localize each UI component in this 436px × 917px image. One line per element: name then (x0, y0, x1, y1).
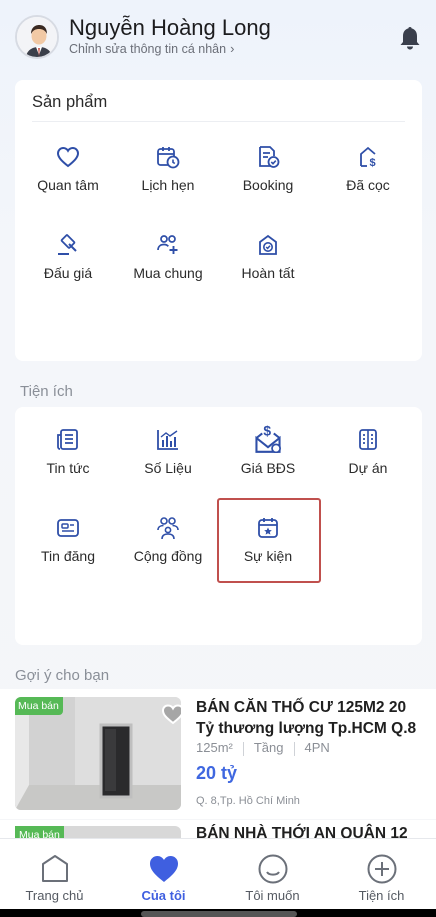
tab-label: Tiện ích (358, 888, 405, 903)
document-check-icon (259, 146, 280, 168)
listing-floor: Tầng (253, 740, 284, 755)
tab-cua-toi[interactable]: Của tôi (109, 839, 218, 910)
profile-header: Nguyễn Hoàng Long Chỉnh sửa thông tin cá… (0, 0, 436, 72)
listing-rooms: 4PN (304, 740, 330, 755)
home-icon (42, 855, 68, 882)
utility-label: Cộng đồng (133, 548, 203, 564)
utility-label: Số Liệu (144, 460, 192, 476)
product-item-mua-chung[interactable]: Mua chung (118, 232, 218, 302)
home-indicator-pill (141, 911, 297, 917)
divider (293, 741, 295, 756)
house-dollar-icon: $ (360, 146, 376, 169)
product-label: Đã cọc (346, 177, 390, 193)
plus-circle-icon (367, 854, 397, 884)
utility-label: Giá BĐS (240, 460, 296, 476)
newspaper-icon (57, 429, 78, 450)
tab-label: Của tôi (141, 888, 186, 903)
product-label: Booking (242, 177, 294, 193)
tab-label: Tôi muốn (245, 888, 300, 903)
listing-meta: 125m² Tầng 4PN (196, 740, 330, 756)
utility-label: Tin đăng (41, 548, 95, 564)
user-name: Nguyễn Hoàng Long (69, 15, 271, 40)
products-card: Sản phẩm Quan tâm Lịch hẹn Booking $ Đã … (15, 80, 422, 361)
bottom-tab-bar: Trang chủ Của tôi Tôi muốn Tiện ích (0, 838, 436, 909)
chevron-right-icon: › (230, 41, 235, 56)
bell-icon[interactable] (396, 24, 424, 52)
product-item-hoan-tat[interactable]: Hoàn tất (218, 232, 318, 302)
utility-item-cong-dong[interactable]: Cộng đồng (118, 515, 218, 585)
utilities-title: Tiện ích (20, 383, 73, 400)
building-icon (359, 429, 377, 450)
listing-area: 125m² (196, 740, 233, 755)
utility-item-tin-tuc[interactable]: Tin tức (18, 427, 118, 497)
utility-item-tin-dang[interactable]: Tin đăng (18, 515, 118, 585)
edit-profile-label: Chỉnh sửa thông tin cá nhân (69, 42, 227, 56)
people-add-icon (157, 235, 178, 254)
divider (32, 121, 405, 122)
utility-item-so-lieu[interactable]: Số Liệu (118, 427, 218, 497)
heart-icon[interactable] (161, 703, 181, 725)
listing-price: 20 tỷ (196, 763, 238, 783)
listing-image[interactable]: Mua bán (15, 697, 181, 810)
heart-filled-icon (150, 856, 178, 882)
listing-title[interactable]: BÁN CĂN THỐ CƯ 125M2 20 Tỷ thương lượng … (196, 697, 422, 739)
product-item-da-coc[interactable]: $ Đã cọc (318, 144, 418, 214)
product-label: Lịch hẹn (141, 177, 195, 193)
utility-item-du-an[interactable]: Dự án (318, 427, 418, 497)
product-item-lich-hen[interactable]: Lịch hẹn (118, 144, 218, 214)
listing-badge: Mua bán (15, 697, 63, 715)
tab-label: Trang chủ (25, 888, 84, 903)
bar-chart-icon (157, 430, 178, 450)
product-label: Đấu giá (43, 265, 93, 281)
id-card-icon (57, 519, 79, 537)
utility-label: Dự án (348, 460, 388, 476)
svg-text:$: $ (370, 157, 376, 169)
price-tag-icon: $ (255, 423, 281, 453)
listing-card[interactable]: Mua bán BÁN NHÀ THỚI AN QUẬN 12 (0, 820, 436, 840)
smile-icon (258, 854, 288, 884)
product-item-quan-tam[interactable]: Quan tâm (18, 144, 118, 214)
utility-label: Tin tức (46, 460, 90, 476)
community-icon (157, 517, 179, 540)
divider (242, 741, 244, 756)
house-check-icon (259, 234, 277, 255)
utility-item-gia-bds[interactable]: $ Giá BĐS (218, 423, 318, 497)
home-indicator (0, 909, 436, 917)
product-item-booking[interactable]: Booking (218, 144, 318, 214)
edit-profile-link[interactable]: Chỉnh sửa thông tin cá nhân › (69, 41, 234, 56)
svg-text:$: $ (263, 423, 271, 439)
products-title: Sản phẩm (32, 93, 108, 111)
product-item-dau-gia[interactable]: Đấu giá (18, 232, 118, 302)
product-label: Mua chung (133, 265, 203, 281)
product-label: Hoàn tất (241, 265, 295, 281)
listing-location: Q. 8,Tp. Hồ Chí Minh (196, 795, 300, 807)
gavel-icon (58, 234, 77, 255)
product-label: Quan tâm (37, 177, 99, 193)
calendar-clock-icon (157, 147, 180, 169)
tab-home[interactable]: Trang chủ (0, 839, 109, 910)
recommend-title: Gợi ý cho bạn (15, 667, 110, 684)
avatar[interactable] (15, 15, 59, 59)
tab-tien-ich[interactable]: Tiện ích (327, 839, 436, 910)
highlight-box (217, 498, 321, 583)
listing-card[interactable]: Mua bán BÁN CĂN THỐ CƯ 125M2 20 Tỷ thươn… (0, 689, 436, 819)
heart-icon (56, 146, 80, 168)
tab-toi-muon[interactable]: Tôi muốn (218, 839, 327, 910)
